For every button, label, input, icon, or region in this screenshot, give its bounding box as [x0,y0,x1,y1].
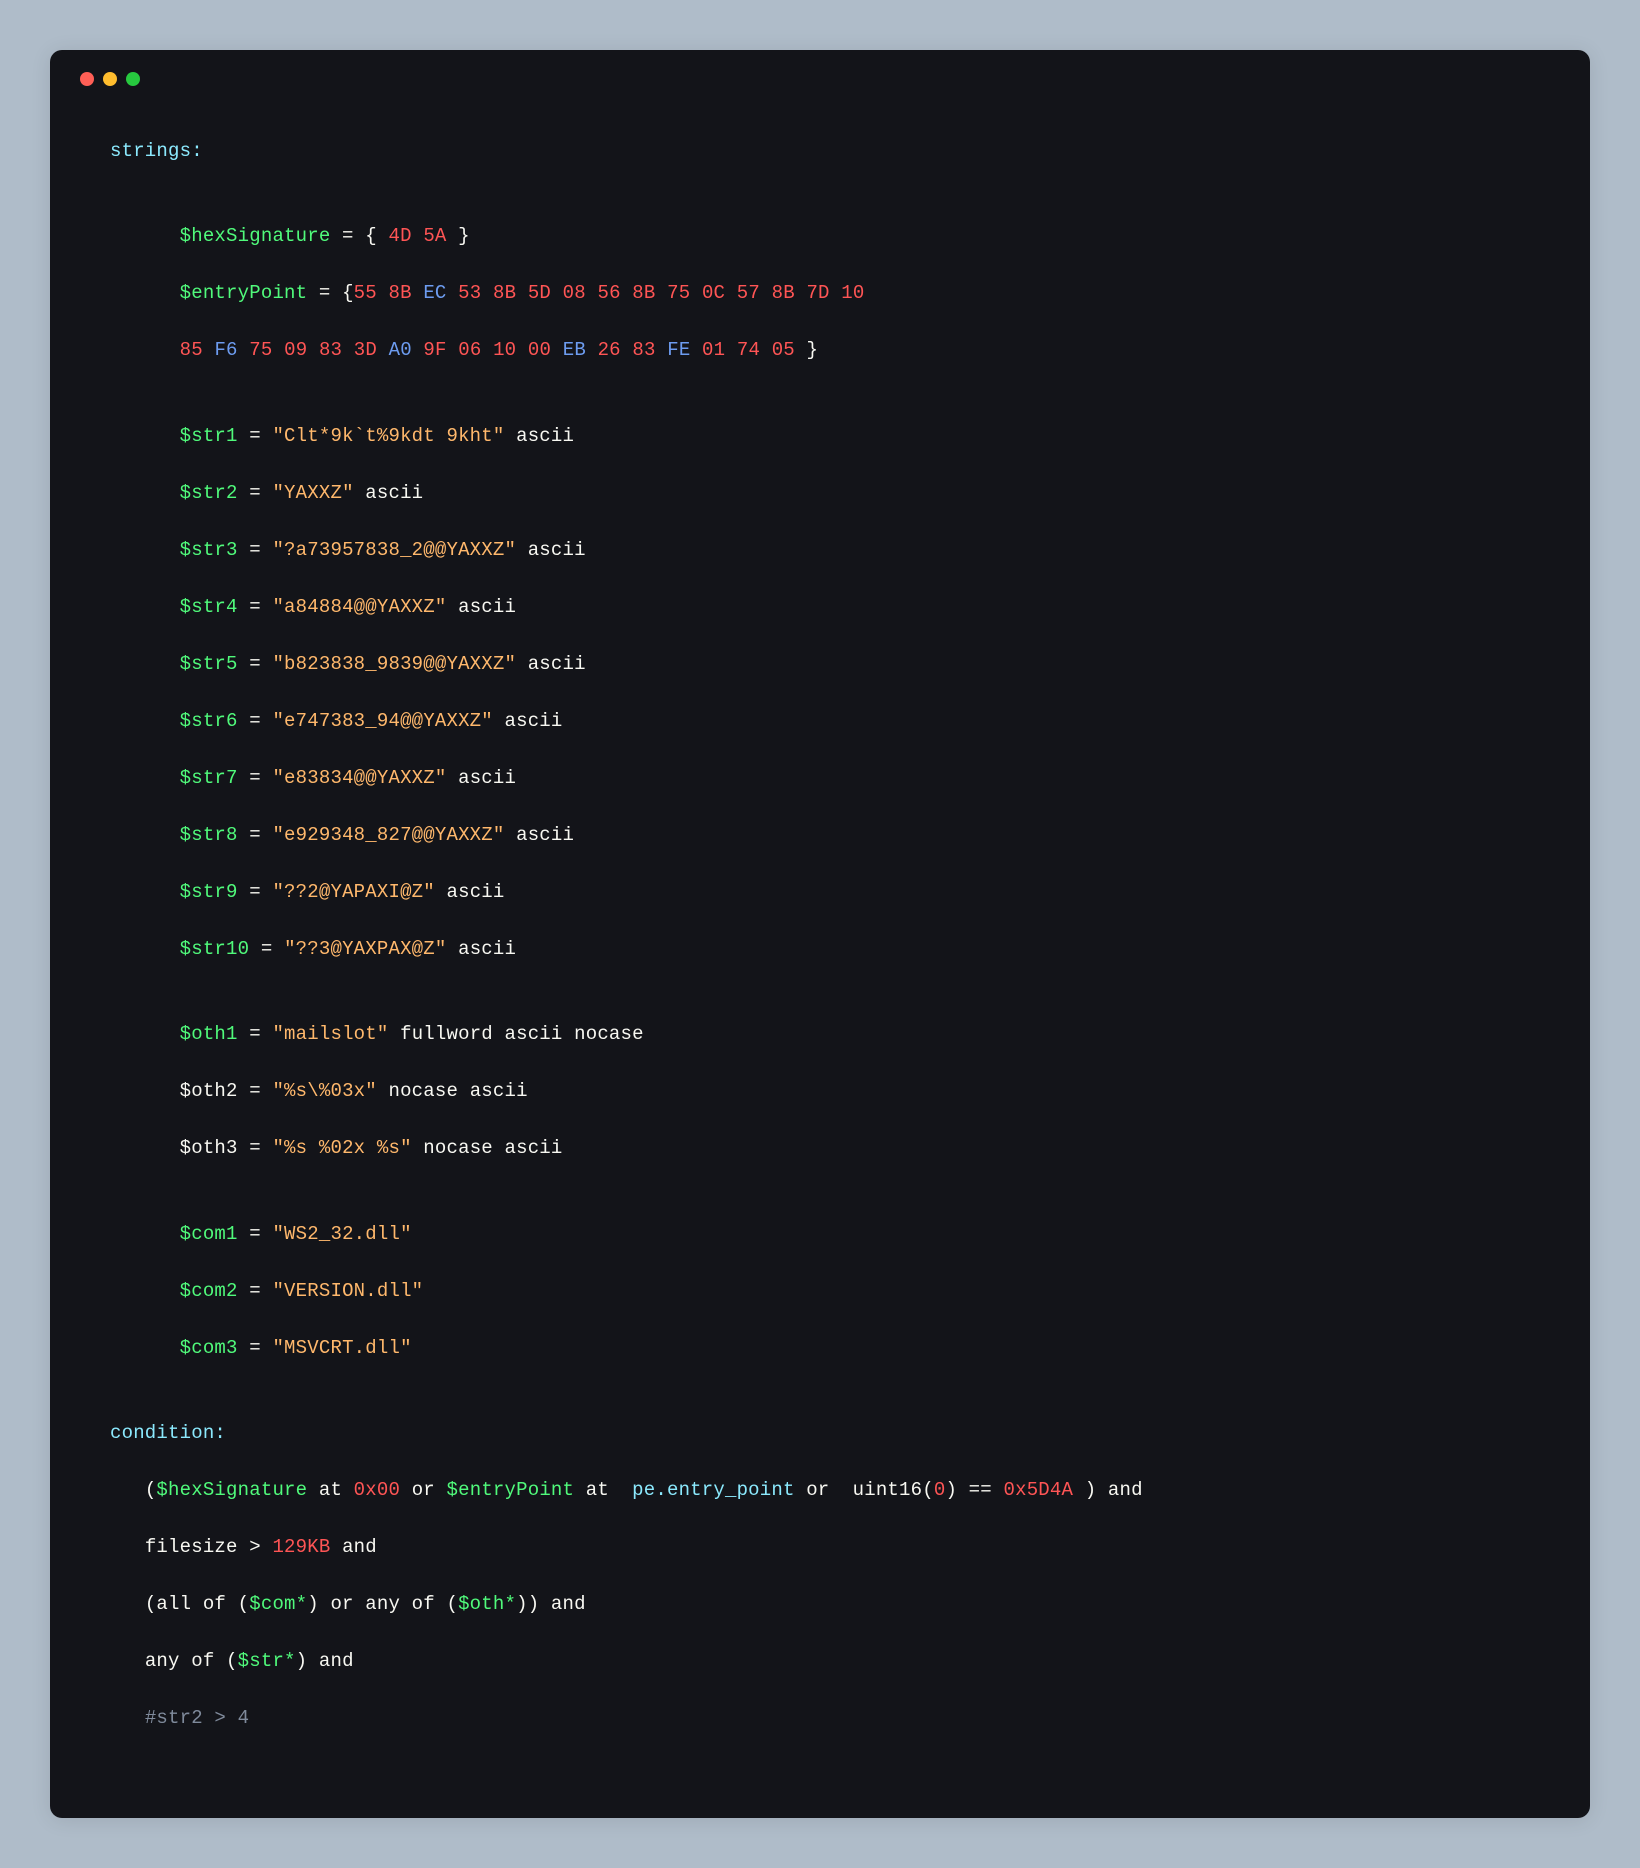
zoom-window-button[interactable] [126,72,140,86]
cond-filesize: filesize [145,1536,249,1558]
window-traffic-lights [80,72,1560,108]
val-com1: "WS2_32.dll" [272,1223,411,1245]
var-com2: $com2 [180,1280,238,1302]
var-str6: $str6 [180,710,238,732]
val-com3: "MSVCRT.dll" [272,1337,411,1359]
var-entryPoint: $entryPoint [180,282,308,304]
cond-str-glob: $str* [238,1650,296,1672]
section-condition: condition: [110,1422,226,1444]
var-str10: $str10 [180,938,250,960]
val-oth3: "%s %02x %s" [272,1137,411,1159]
cond-filesize-val: 129KB [272,1536,330,1558]
cond-hexSignature: $hexSignature [156,1479,307,1501]
val-oth2: "%s\%03x" [272,1080,376,1102]
cond-addr-0x00: 0x00 [354,1479,400,1501]
var-str5: $str5 [180,653,238,675]
var-com3: $com3 [180,1337,238,1359]
close-window-button[interactable] [80,72,94,86]
var-str8: $str8 [180,824,238,846]
val-str7: "e83834@@YAXXZ" [272,767,446,789]
var-str9: $str9 [180,881,238,903]
cond-magic: 0x5D4A [1003,1479,1073,1501]
var-str7: $str7 [180,767,238,789]
val-oth1: "mailslot" [272,1023,388,1045]
cond-uint16: uint16( [841,1479,934,1501]
var-com1: $com1 [180,1223,238,1245]
var-str3: $str3 [180,539,238,561]
cond-com-glob: $com* [249,1593,307,1615]
val-str9: "??2@YAPAXI@Z" [272,881,434,903]
var-str2: $str2 [180,482,238,504]
minimize-window-button[interactable] [103,72,117,86]
val-str1: "Clt*9k`t%9kdt 9kht" [272,425,504,447]
cond-pe-entrypoint: pe.entry_point [621,1479,795,1501]
val-str6: "e747383_94@@YAXXZ" [272,710,492,732]
section-strings: strings: [110,140,203,162]
var-str4: $str4 [180,596,238,618]
terminal-window: strings: $hexSignature = { 4D 5A } $entr… [50,50,1590,1818]
cond-comment: #str2 > 4 [145,1707,249,1729]
val-str5: "b823838_9839@@YAXXZ" [272,653,516,675]
var-oth2: $oth2 [180,1080,238,1102]
val-com2: "VERSION.dll" [272,1280,423,1302]
val-str3: "?a73957838_2@@YAXXZ" [272,539,516,561]
var-hexSignature: $hexSignature [180,225,331,247]
val-str8: "e929348_827@@YAXXZ" [272,824,504,846]
val-str10: "??3@YAXPAX@Z" [284,938,446,960]
val-str2: "YAXXZ" [272,482,353,504]
var-oth1: $oth1 [180,1023,238,1045]
val-str4: "a84884@@YAXXZ" [272,596,446,618]
cond-entryPoint: $entryPoint [447,1479,575,1501]
code-block: strings: $hexSignature = { 4D 5A } $entr… [80,108,1560,1790]
cond-oth-glob: $oth* [458,1593,516,1615]
var-str1: $str1 [180,425,238,447]
var-oth3: $oth3 [180,1137,238,1159]
